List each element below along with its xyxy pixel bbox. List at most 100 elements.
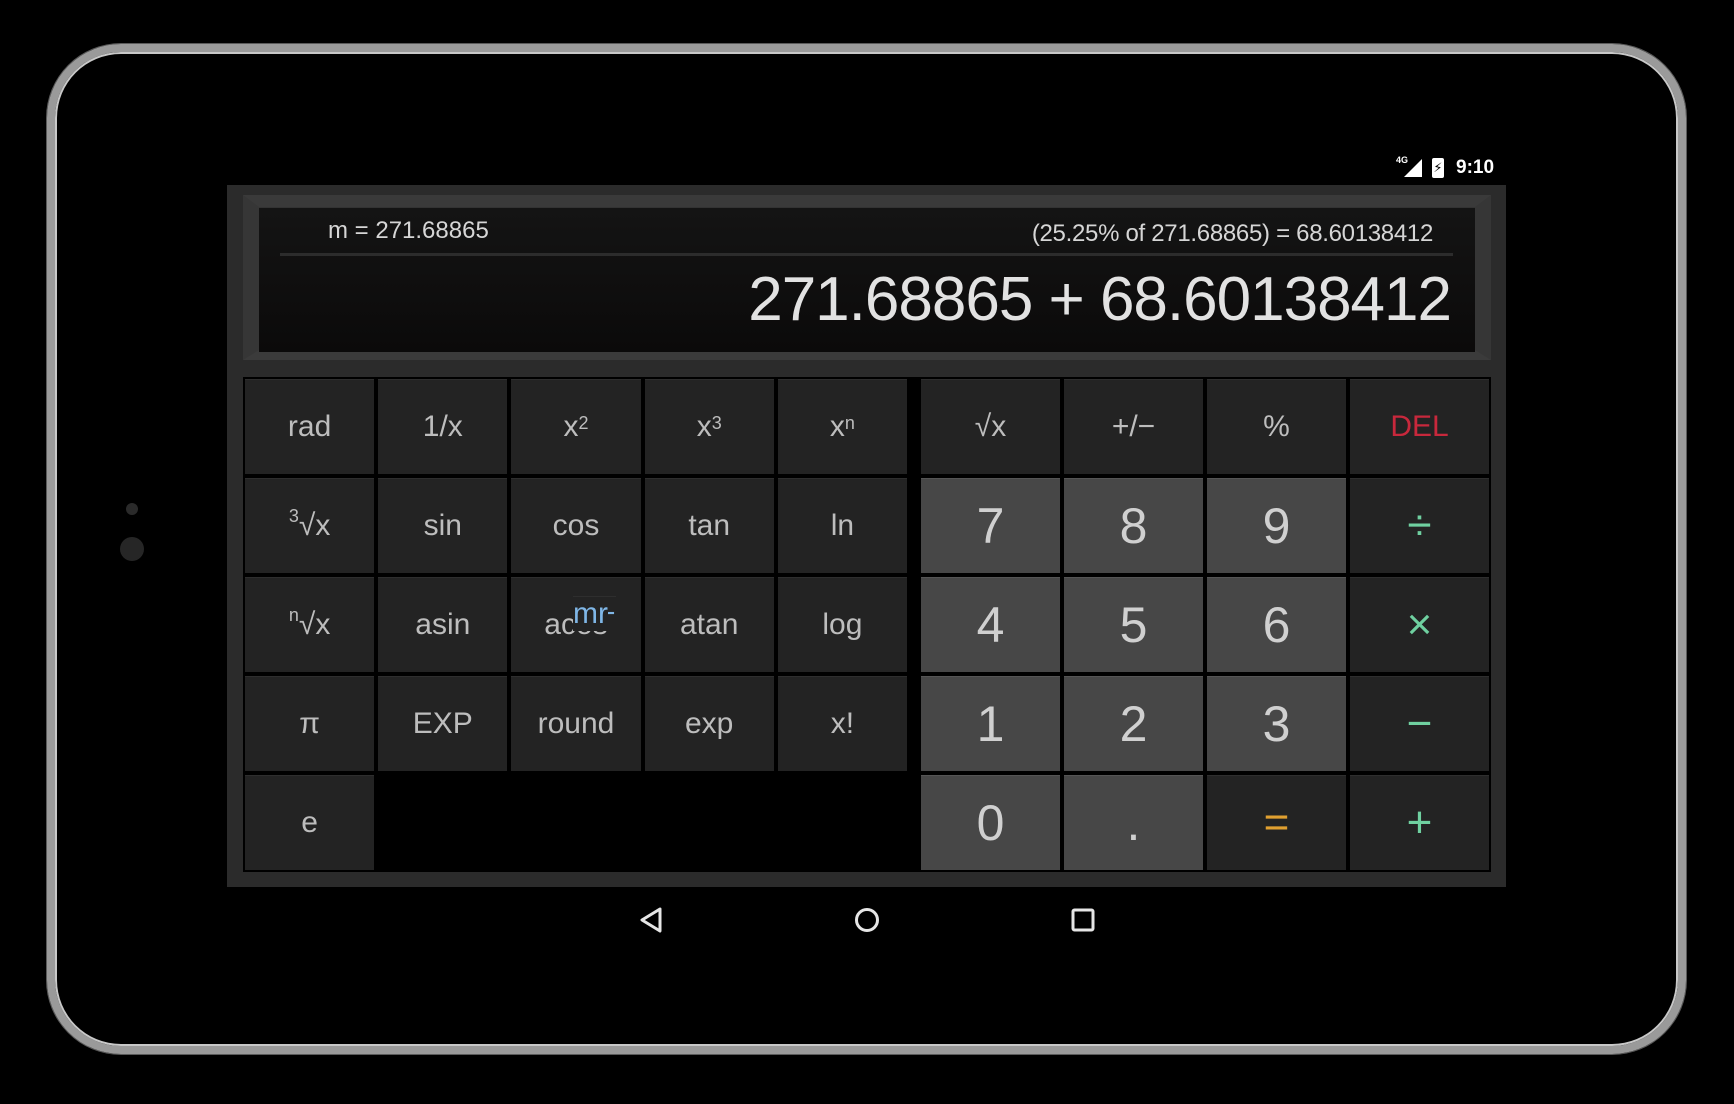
key-exp[interactable]: EXP	[378, 676, 508, 771]
key-8[interactable]: 8	[1064, 478, 1203, 573]
back-button[interactable]	[631, 900, 671, 940]
key-label: 5	[1119, 597, 1148, 653]
key-label: round	[537, 707, 615, 740]
key-3[interactable]: 3	[1207, 676, 1346, 771]
key-equals[interactable]: =	[1207, 775, 1346, 870]
scientific-keypad: mcm+m−mrrad1/xx2x3xn3√xsincostanlnn√xasi…	[245, 379, 907, 870]
key-log[interactable]: log	[777, 577, 907, 672]
key-label: 3	[1262, 696, 1291, 752]
key-cos[interactable]: cos	[511, 478, 641, 573]
status-bar: 4G ⚡ 9:10	[1396, 155, 1495, 180]
key-label: ln	[830, 509, 855, 542]
key-label: x	[563, 410, 579, 443]
key-label: 6	[1262, 597, 1291, 653]
key-round[interactable]: round	[511, 676, 641, 771]
key-label: =	[1263, 798, 1290, 847]
key-label: 9	[1262, 498, 1291, 554]
home-button[interactable]	[847, 900, 887, 940]
key-nsqrtx[interactable]: n √x	[245, 577, 375, 672]
key-tan[interactable]: tan	[644, 478, 774, 573]
recents-icon	[1071, 908, 1095, 932]
key-label: sin	[423, 509, 462, 542]
key-0[interactable]: 0	[921, 775, 1060, 870]
key-label: 7	[976, 498, 1005, 554]
clock: 9:10	[1456, 157, 1495, 178]
home-icon	[855, 908, 879, 932]
key-label: rad	[287, 410, 332, 443]
key-4[interactable]: 4	[921, 577, 1060, 672]
key-3sqrtx[interactable]: 3 √x	[245, 478, 375, 573]
key-label: log	[822, 608, 863, 641]
basic-keypad: √x +/−% DEL 7 8 9 ÷ 4 5 6 × 1 2 3 − 0. = +	[921, 379, 1489, 870]
history-readout: (25.25% of 271.68865) = 68.60138412	[1031, 220, 1433, 247]
key-exponent-label: n	[844, 412, 855, 433]
key-del[interactable]: DEL	[1350, 379, 1489, 474]
expression-display[interactable]: 271.68865 + 68.60138412	[748, 264, 1452, 335]
sensor-dot	[126, 503, 138, 515]
key-sin[interactable]: sin	[378, 478, 508, 573]
key-index-label: n	[288, 604, 299, 625]
key-asin[interactable]: asin	[378, 577, 508, 672]
key-label: .	[1126, 795, 1141, 851]
key-xfactorial[interactable]: x!	[777, 676, 907, 771]
key-label: DEL	[1390, 410, 1449, 443]
recents-button[interactable]	[1063, 900, 1103, 940]
key-x-pow-3[interactable]: x3	[644, 379, 774, 474]
key-label: 0	[976, 795, 1005, 851]
key-exponent-label: 3	[711, 412, 722, 433]
key-label: asin	[415, 608, 471, 641]
key-label: x	[829, 410, 845, 443]
display-divider	[280, 253, 1453, 256]
key-label: atan	[680, 608, 739, 641]
back-icon	[640, 907, 662, 933]
key-exp[interactable]: exp	[644, 676, 774, 771]
memory-readout: m = 271.68865	[328, 217, 489, 244]
key-label: √x	[974, 410, 1007, 443]
key-divide[interactable]: ÷	[1350, 478, 1489, 573]
key-label: ×	[1406, 600, 1433, 649]
key-atan[interactable]: atan	[644, 577, 774, 672]
key-minus[interactable]: −	[1350, 676, 1489, 771]
key-plus-over-minus[interactable]: +/−	[1064, 379, 1203, 474]
cell-signal-icon: 4G	[1396, 155, 1424, 179]
key-multiply[interactable]: ×	[1350, 577, 1489, 672]
key-label: +/−	[1111, 410, 1156, 443]
key-percent[interactable]: %	[1207, 379, 1346, 474]
key-label: tan	[688, 509, 731, 542]
key-label: ÷	[1407, 501, 1432, 550]
key-7[interactable]: 7	[921, 478, 1060, 573]
key-rad[interactable]: rad	[245, 379, 375, 474]
key-x-pow-n[interactable]: xn	[777, 379, 907, 474]
key-sqrtx[interactable]: √x	[921, 379, 1060, 474]
key-label: 4	[976, 597, 1005, 653]
key-label: √x	[298, 509, 331, 542]
key-9[interactable]: 9	[1207, 478, 1346, 573]
key-decimal[interactable]: .	[1064, 775, 1203, 870]
key-label: %	[1263, 410, 1290, 443]
key-pi[interactable]: π	[245, 676, 375, 771]
key-1-over-x[interactable]: 1/x	[378, 379, 508, 474]
key-exponent-label: 2	[578, 412, 589, 433]
key-1[interactable]: 1	[921, 676, 1060, 771]
key-label: x	[696, 410, 712, 443]
key-label: 1	[976, 696, 1005, 752]
key-label: π	[299, 707, 320, 740]
key-2[interactable]: 2	[1064, 676, 1203, 771]
key-e[interactable]: e	[245, 775, 375, 870]
key-6[interactable]: 6	[1207, 577, 1346, 672]
key-label: e	[301, 806, 318, 839]
key-label: EXP	[412, 707, 473, 740]
key-label: exp	[685, 707, 734, 740]
key-5[interactable]: 5	[1064, 577, 1203, 672]
key-label: √x	[298, 608, 331, 641]
key-mr[interactable]: mr	[573, 596, 608, 631]
key-ln[interactable]: ln	[777, 478, 907, 573]
key-label: 8	[1119, 498, 1148, 554]
camera-lens	[120, 537, 144, 561]
key-x-pow-2[interactable]: x2	[511, 379, 641, 474]
key-label: cos	[552, 509, 600, 542]
key-index-label: 3	[288, 505, 299, 526]
key-plus[interactable]: +	[1350, 775, 1489, 870]
key-label: x!	[830, 707, 855, 740]
key-label: 1/x	[422, 410, 463, 443]
